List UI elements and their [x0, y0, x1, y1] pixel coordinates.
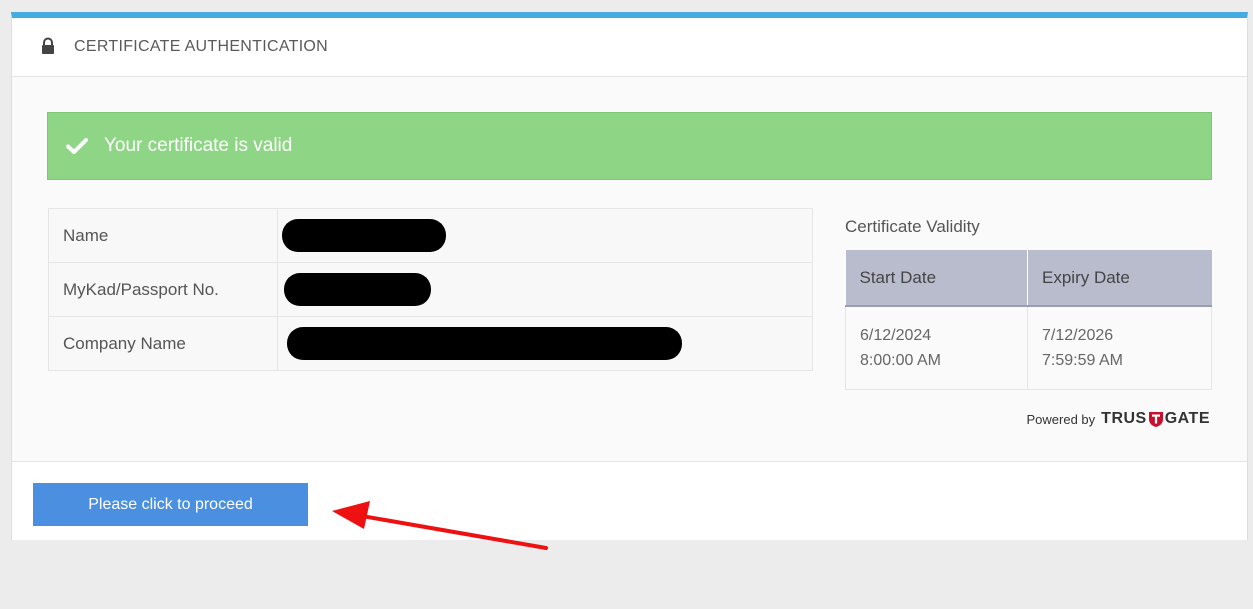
panel-footer: Please click to proceed: [12, 461, 1247, 540]
start-date: 6/12/2024: [860, 326, 932, 344]
certificate-info-table: Name MyKad/Passport No. Company Name: [48, 208, 813, 371]
redacted-company: [287, 327, 682, 360]
redacted-name: [282, 219, 446, 252]
table-row: MyKad/Passport No.: [48, 262, 813, 317]
validity-title: Certificate Validity: [845, 217, 980, 236]
validity-table: Start Date Expiry Date 6/12/2024 8:00:00…: [845, 250, 1212, 390]
expiry-date-header: Expiry Date: [1027, 250, 1212, 307]
proceed-button[interactable]: Please click to proceed: [33, 483, 308, 526]
alert-message: Your certificate is valid: [104, 135, 293, 156]
panel-title: CERTIFICATE AUTHENTICATION: [74, 38, 329, 55]
validity-header-row: Start Date Expiry Date: [845, 250, 1212, 307]
brand-right: GATE: [1164, 410, 1210, 427]
lock-icon: [42, 37, 54, 54]
redacted-passport: [284, 273, 431, 306]
validity-row: 6/12/2024 8:00:00 AM 7/12/2026 7:59:59 A…: [845, 305, 1212, 390]
start-date-header: Start Date: [845, 250, 1028, 307]
trustgate-logo: TRUS GATE: [1101, 410, 1210, 428]
expiry-time: 7:59:59 AM: [1042, 351, 1123, 369]
panel-header: CERTIFICATE AUTHENTICATION: [12, 18, 1247, 77]
powered-by: Powered by TRUS GATE: [1027, 410, 1210, 428]
name-label: Name: [48, 208, 278, 263]
start-date-cell: 6/12/2024 8:00:00 AM: [845, 305, 1028, 390]
shield-icon: [1148, 412, 1163, 427]
table-row: Name: [48, 208, 813, 263]
start-time: 8:00:00 AM: [860, 351, 941, 369]
powered-by-text: Powered by: [1026, 411, 1096, 427]
expiry-date-cell: 7/12/2026 7:59:59 AM: [1027, 305, 1212, 390]
certificate-panel: CERTIFICATE AUTHENTICATION Your certific…: [11, 12, 1248, 540]
table-row: Company Name: [48, 316, 813, 371]
company-label: Company Name: [48, 316, 278, 371]
name-value: [277, 208, 813, 263]
check-icon: [66, 138, 88, 154]
expiry-date: 7/12/2026: [1042, 326, 1114, 344]
passport-label: MyKad/Passport No.: [48, 262, 278, 317]
brand-left: TRUS: [1101, 410, 1147, 427]
company-value: [277, 316, 813, 371]
passport-value: [277, 262, 813, 317]
valid-alert: Your certificate is valid: [47, 112, 1212, 180]
